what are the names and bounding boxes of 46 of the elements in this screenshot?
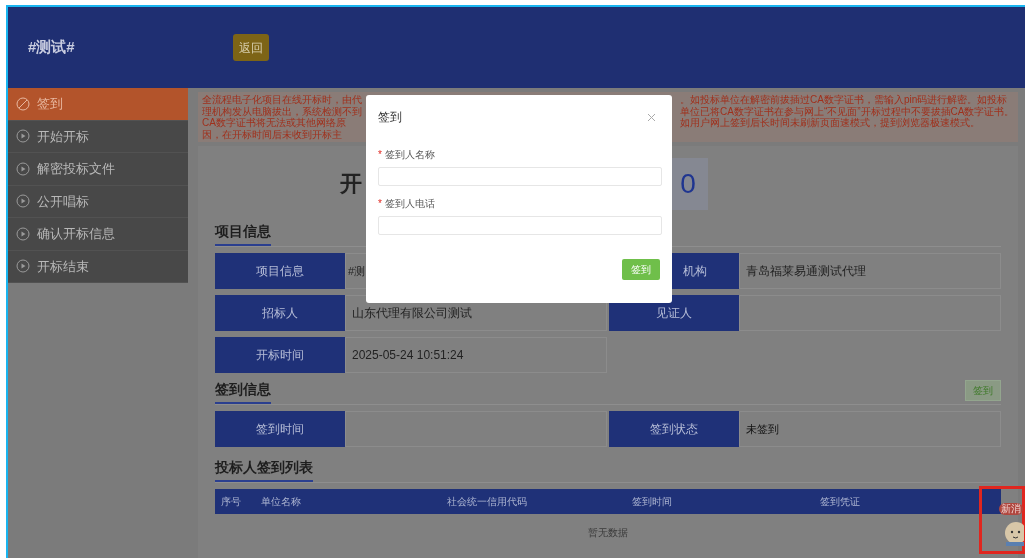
back-button[interactable]: 返回 (233, 34, 269, 61)
play-circle-icon (16, 129, 30, 144)
sidebar-item[interactable]: 解密投标文件 (8, 153, 188, 186)
required-mark: * (378, 148, 382, 162)
sidebar-item[interactable]: 开标结束 (8, 250, 188, 283)
site-title: #测试# (28, 37, 76, 58)
section-title: 项目信息 (215, 221, 271, 246)
field-value: 青岛福莱易通测试代理 (746, 263, 866, 280)
field-label: 开标时间 (215, 337, 345, 373)
field-value: 2025-05-24 10:51:24 (352, 347, 464, 364)
play-circle-icon (16, 194, 30, 209)
field-value: 未签到 (746, 421, 779, 437)
required-mark: * (378, 197, 382, 211)
section-title: 投标人签到列表 (215, 457, 313, 482)
slash-circle-icon (16, 96, 30, 111)
sidebar-item[interactable]: 签到 (8, 88, 188, 121)
column-header: 社会统一信用代码 (446, 495, 528, 509)
section-title: 签到信息 (215, 379, 271, 404)
play-circle-icon (16, 161, 30, 176)
field-label: 签到状态 (609, 411, 739, 447)
input-field[interactable] (378, 216, 662, 235)
sidebar-item[interactable]: 公开唱标 (8, 185, 188, 218)
column-header: 序号 (220, 495, 242, 509)
sidebar-item[interactable]: 开始开标 (8, 120, 188, 153)
field-value: 山东代理有限公司测试 (352, 305, 472, 322)
play-circle-icon (16, 259, 30, 274)
chat-mascot-icon[interactable] (1002, 519, 1024, 547)
notice-text: 。如投标单位在解密前拔插过CA数字证书，需输入pin码进行解密。如投标单位已将CA数字证书在参与网上“不见面”开标过程中不要拔插CA数字证书。如用户网上签到后长时间未刷新页面速模式，提到浏览器极速模式。 (680, 94, 1016, 130)
message-badge: 新消 (999, 503, 1023, 515)
column-header: 单位名称 (260, 495, 302, 509)
countdown-title: 开 (340, 170, 363, 198)
sidebar-item[interactable]: 确认开标信息 (8, 218, 188, 251)
field-label: 项目信息 (215, 253, 345, 289)
column-header: 签到时间 (631, 495, 673, 509)
countdown-value: 0 (680, 166, 696, 201)
play-circle-icon (16, 226, 30, 241)
field-label: 招标人 (215, 295, 345, 331)
field-value: #测 (348, 263, 366, 279)
field-label: 签到时间 (215, 411, 345, 447)
close-icon[interactable] (647, 112, 656, 122)
dialog-title: 签到 (378, 109, 402, 126)
notice-text: 全流程电子化项目在线开标时，由代理机构发从电脑拔出，系统检测不到CA数字证书将无法或其他网络原因，在开标时间后未收到开标主 (202, 94, 363, 142)
field-label: 签到人名称 (384, 148, 435, 162)
column-header: 签到凭证 (819, 495, 861, 509)
field-label: 签到人电话 (384, 197, 435, 211)
input-field[interactable] (378, 167, 662, 186)
